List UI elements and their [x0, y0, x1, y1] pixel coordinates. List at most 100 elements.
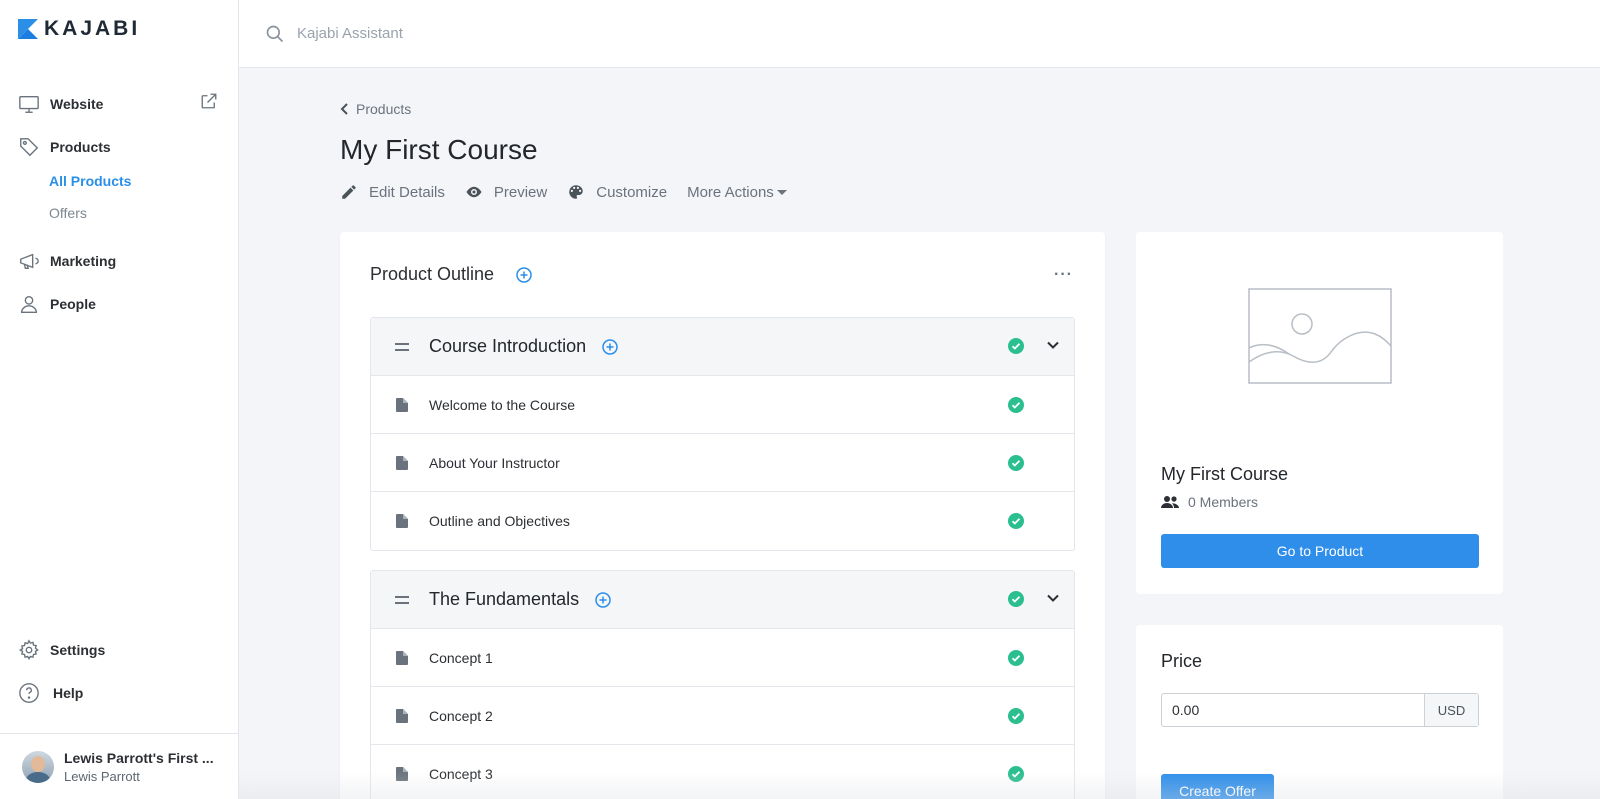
document-icon: [396, 514, 408, 528]
chevron-down-icon[interactable]: [1046, 338, 1060, 352]
lesson-row[interactable]: Outline and Objectives: [371, 492, 1074, 550]
sidebar-item-products[interactable]: Products: [18, 136, 111, 158]
sidebar-item-label: People: [50, 296, 96, 312]
sidebar-item-label: Help: [53, 685, 84, 701]
gear-icon: [18, 639, 39, 661]
sidebar-item-marketing[interactable]: Marketing: [18, 250, 116, 272]
more-actions-dropdown[interactable]: More Actions: [687, 184, 787, 201]
lesson-title: About Your Instructor: [429, 454, 560, 471]
monitor-icon: [19, 95, 39, 113]
product-card-title: My First Course: [1161, 464, 1289, 484]
avatar: [22, 750, 54, 783]
check-circle-icon: [1008, 455, 1024, 471]
lesson-row[interactable]: Concept 3: [371, 745, 1074, 799]
users-icon: [1161, 496, 1179, 508]
product-actions: Edit Details Preview Customize More Acti…: [340, 183, 787, 201]
price-card: Price USD Create Offer: [1136, 625, 1503, 799]
price-input[interactable]: [1162, 694, 1424, 726]
outline-title: Product Outline: [370, 264, 495, 284]
module-the-fundamentals: The Fundamentals Concept 1 Concept 2 Con…: [370, 570, 1075, 799]
document-icon: [396, 708, 408, 723]
sidebar-item-label: Website: [50, 96, 104, 112]
add-circle-icon[interactable]: [595, 591, 611, 608]
megaphone-icon: [20, 253, 39, 270]
eye-icon: [466, 186, 482, 198]
lesson-title: Concept 3: [429, 766, 493, 782]
sidebar-item-people[interactable]: People: [18, 293, 96, 315]
lesson-row[interactable]: About Your Instructor: [371, 434, 1074, 492]
customize-button[interactable]: Customize: [567, 183, 667, 201]
sidebar-item-settings[interactable]: Settings: [18, 639, 105, 661]
breadcrumb[interactable]: Products: [340, 101, 411, 117]
page-title: My First Course: [340, 134, 538, 165]
sidebar-item-label: Marketing: [50, 253, 117, 269]
sidebar-item-website[interactable]: Website: [18, 93, 103, 115]
palette-icon: [569, 185, 583, 199]
price-field: USD: [1161, 693, 1479, 727]
member-count: 0 Members: [1161, 494, 1258, 510]
kajabi-logo[interactable]: KAJABI: [18, 17, 141, 40]
account-switcher[interactable]: Lewis Parrott's First ... Lewis Parrott: [0, 733, 239, 799]
check-circle-icon: [1008, 766, 1024, 782]
module-title: Course Introduction: [429, 336, 587, 356]
caret-down-icon: [776, 189, 787, 195]
check-circle-icon: [1008, 708, 1024, 724]
lesson-title: Welcome to the Course: [429, 396, 576, 413]
check-circle-icon: [1008, 650, 1024, 666]
lesson-title: Concept 1: [429, 649, 493, 666]
currency-label: USD: [1424, 694, 1478, 726]
drag-handle-icon[interactable]: [395, 595, 409, 604]
sidebar-subitem-all-products[interactable]: All Products: [49, 173, 131, 189]
edit-details-button[interactable]: Edit Details: [340, 183, 445, 201]
image-placeholder-icon: [1248, 288, 1392, 384]
document-icon: [396, 397, 408, 412]
sidebar-item-help[interactable]: Help: [18, 682, 83, 704]
document-icon: [396, 767, 408, 781]
edit-details-label: Edit Details: [369, 183, 445, 201]
module-title: The Fundamentals: [429, 589, 580, 609]
chevron-down-icon[interactable]: [1046, 591, 1060, 605]
outline-header: Product Outline: [370, 264, 532, 285]
go-to-product-button[interactable]: Go to Product: [1161, 534, 1479, 568]
drag-handle-icon[interactable]: [395, 342, 409, 351]
sidebar-item-label: Products: [50, 139, 111, 155]
pencil-icon: [342, 185, 356, 199]
product-summary-card: My First Course 0 Members Go to Product: [1136, 232, 1503, 594]
sidebar: KAJABI Website Products All Products Off…: [0, 0, 239, 799]
search-input[interactable]: [297, 25, 697, 42]
preview-button[interactable]: Preview: [465, 183, 547, 201]
account-user-name: Lewis Parrott: [64, 768, 140, 784]
member-count-label: 0 Members: [1188, 494, 1259, 510]
external-link-icon[interactable]: [200, 92, 218, 110]
product-outline-card: Product Outline ··· Course Introduction …: [340, 232, 1105, 799]
module-header[interactable]: The Fundamentals: [371, 571, 1074, 629]
add-circle-icon[interactable]: [516, 266, 532, 283]
brand-name: KAJABI: [44, 17, 141, 40]
top-bar: [239, 0, 1600, 68]
help-icon: [19, 683, 39, 703]
chevron-left-icon: [340, 103, 348, 115]
check-circle-icon: [1008, 591, 1024, 607]
check-circle-icon: [1008, 338, 1024, 354]
search-icon: [266, 25, 284, 42]
lesson-row[interactable]: Concept 2: [371, 687, 1074, 745]
lesson-row[interactable]: Welcome to the Course: [371, 376, 1074, 434]
add-circle-icon[interactable]: [602, 338, 618, 355]
account-site-name: Lewis Parrott's First ...: [64, 749, 214, 766]
preview-label: Preview: [493, 183, 548, 201]
sidebar-item-label: Settings: [50, 642, 106, 658]
module-course-introduction: Course Introduction Welcome to the Cours…: [370, 317, 1075, 551]
breadcrumb-label: Products: [356, 101, 412, 117]
check-circle-icon: [1008, 397, 1024, 413]
tag-icon: [20, 138, 39, 157]
document-icon: [396, 650, 408, 665]
module-header[interactable]: Course Introduction: [371, 318, 1074, 376]
lesson-title: Outline and Objectives: [429, 513, 570, 529]
lesson-title: Concept 2: [429, 707, 493, 724]
lesson-row[interactable]: Concept 1: [371, 629, 1074, 687]
check-circle-icon: [1008, 513, 1024, 529]
more-actions-label: More Actions: [687, 183, 774, 201]
sidebar-subitem-offers[interactable]: Offers: [49, 205, 87, 221]
outline-more-button[interactable]: ···: [1054, 266, 1073, 284]
create-offer-button[interactable]: Create Offer: [1161, 774, 1274, 799]
